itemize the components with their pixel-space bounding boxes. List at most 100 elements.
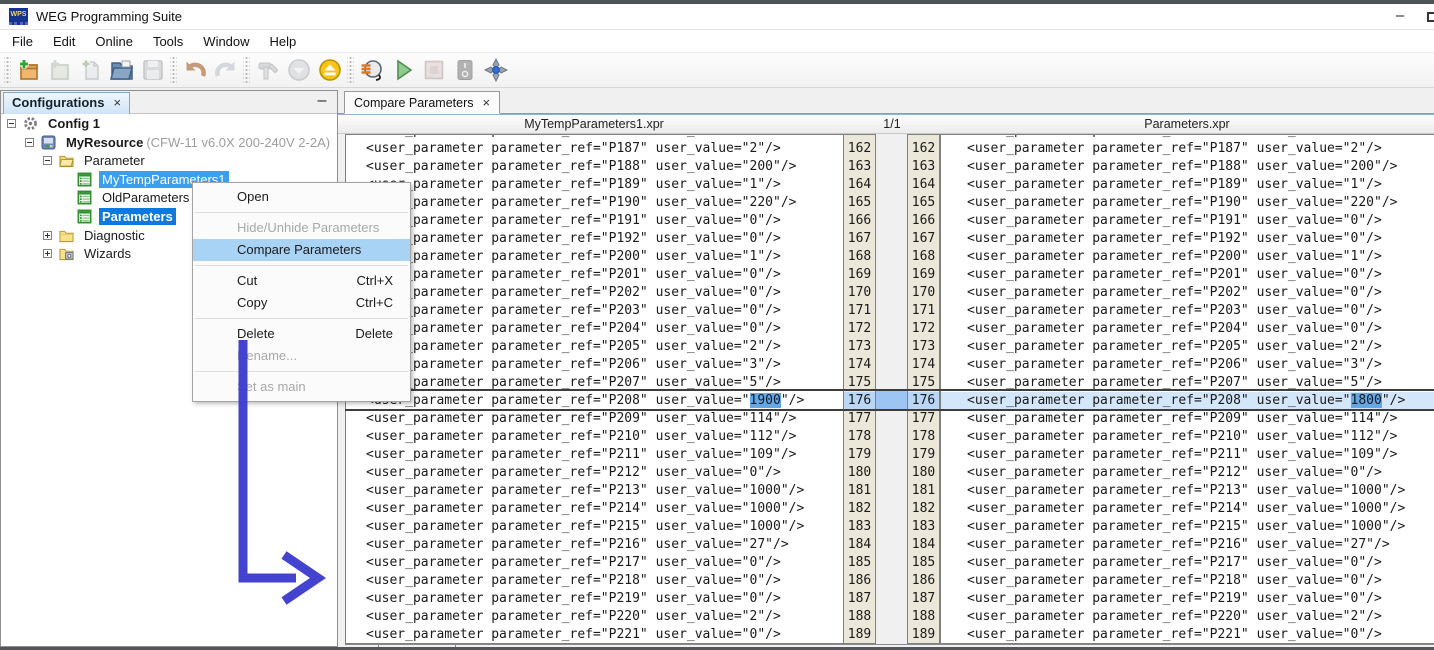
- line-number: 178: [844, 428, 875, 446]
- window-minimize-button[interactable]: –: [1385, 4, 1415, 30]
- line-number: 184: [908, 536, 939, 554]
- new-resource-button[interactable]: [44, 55, 75, 85]
- new-config-button[interactable]: [13, 55, 44, 85]
- stop-button[interactable]: [418, 55, 449, 85]
- code-line: <user_parameter parameter_ref="P203" use…: [346, 302, 843, 320]
- code-line: <user_parameter parameter_ref="P216" use…: [346, 536, 843, 554]
- tab-configurations[interactable]: Configurations ×: [3, 92, 130, 114]
- line-number: 172: [844, 320, 875, 338]
- save-button[interactable]: [137, 55, 168, 85]
- menu-tools[interactable]: Tools: [143, 32, 193, 51]
- new-file-button[interactable]: [75, 55, 106, 85]
- line-number: 173: [908, 338, 939, 356]
- expand-plus-icon[interactable]: [43, 249, 52, 258]
- upload-icon: [318, 58, 342, 82]
- connect-plug-button[interactable]: [356, 55, 387, 85]
- context-item-compare-parameters[interactable]: Compare Parameters: [193, 239, 410, 261]
- code-line: <user_parameter parameter_ref="P221" use…: [346, 626, 843, 644]
- code-line: <user_parameter parameter_ref="P210" use…: [941, 428, 1434, 446]
- collapse-minus-icon[interactable]: [7, 119, 16, 128]
- fan-button[interactable]: [480, 55, 511, 85]
- toolbar-separator: [243, 57, 250, 83]
- code-line: <user_parameter parameter_ref="P213" use…: [346, 482, 843, 500]
- context-item-label: Set as main: [237, 379, 306, 394]
- code-line: <user_parameter parameter_ref="P210" use…: [346, 428, 843, 446]
- context-item-set-as-main[interactable]: Set as main: [193, 376, 410, 398]
- tree-item-label: Config 1: [45, 115, 103, 132]
- code-line: <user_parameter parameter_ref="P218" use…: [941, 572, 1434, 590]
- menu-separator: [195, 265, 408, 266]
- power-switch-icon: [453, 58, 477, 82]
- collapse-minus-icon[interactable]: [43, 156, 52, 165]
- menu-file[interactable]: File: [2, 32, 43, 51]
- context-item-rename[interactable]: Rename...: [193, 345, 410, 367]
- line-number: 170: [844, 284, 875, 302]
- menu-help[interactable]: Help: [260, 32, 307, 51]
- close-icon[interactable]: ×: [483, 95, 491, 110]
- tree-item-parameter[interactable]: Parameter: [1, 151, 337, 170]
- tree-item-label: Diagnostic: [81, 227, 148, 244]
- context-item-open[interactable]: Open: [193, 186, 410, 208]
- context-item-cut[interactable]: CutCtrl+X: [193, 270, 410, 292]
- context-item-label: Rename...: [237, 348, 297, 363]
- code-line: <user_parameter parameter_ref="P220" use…: [941, 608, 1434, 626]
- build-tools-button[interactable]: [252, 55, 283, 85]
- context-item-label: Hide/Unhide Parameters: [237, 220, 379, 235]
- compare-parameters-panel: Compare Parameters× MyTempParameters1.xp…: [338, 90, 1434, 650]
- title-bar: WPS WEG Programming Suite –: [0, 4, 1434, 30]
- menu-bar: FileEditOnlineToolsWindowHelp: [0, 30, 1434, 52]
- line-number: 163: [908, 158, 939, 176]
- open-folder-button[interactable]: [106, 55, 137, 85]
- tree-item-config-1[interactable]: Config 1: [1, 114, 337, 133]
- line-number: 178: [908, 428, 939, 446]
- code-line: <user_parameter parameter_ref="P187" use…: [346, 140, 843, 158]
- line-number: 188: [908, 608, 939, 626]
- line-number: 188: [844, 608, 875, 626]
- menu-online[interactable]: Online: [85, 32, 143, 51]
- line-number: 164: [908, 176, 939, 194]
- line-number: 181: [844, 482, 875, 500]
- panel-minimize-button[interactable]: –: [309, 91, 335, 113]
- close-icon[interactable]: ×: [113, 95, 121, 110]
- code-line: <user_parameter parameter_ref="P204" use…: [941, 320, 1434, 338]
- code-line: <user_parameter parameter_ref="P214" use…: [346, 500, 843, 518]
- line-number: 176: [844, 392, 875, 410]
- redo-button[interactable]: [210, 55, 241, 85]
- line-number: 173: [844, 338, 875, 356]
- window-maximize-button[interactable]: [1427, 12, 1434, 22]
- undo-button[interactable]: [179, 55, 210, 85]
- tree-item-myresource[interactable]: MyResource (CFW-11 v6.0X 200-240V 2-2A): [1, 133, 337, 152]
- tree-item-label: OldParameters: [99, 189, 192, 206]
- diff-row-border-bottom: [345, 409, 1434, 411]
- code-line: <user_parameter parameter_ref="P209" use…: [941, 410, 1434, 428]
- menu-edit[interactable]: Edit: [43, 32, 85, 51]
- expand-plus-icon[interactable]: [43, 231, 52, 240]
- menu-window[interactable]: Window: [193, 32, 259, 51]
- tree-item-label: Parameter: [81, 152, 148, 169]
- code-line: <user_parameter parameter_ref="P192" use…: [941, 230, 1434, 248]
- code-line: <user_parameter parameter_ref="P215" use…: [941, 518, 1434, 536]
- diff-value: 1900: [750, 393, 781, 408]
- context-item-copy[interactable]: CopyCtrl+C: [193, 292, 410, 314]
- diff-value: 1800: [1351, 393, 1382, 408]
- power-switch-button[interactable]: [449, 55, 480, 85]
- context-item-delete[interactable]: DeleteDelete: [193, 323, 410, 345]
- download-button[interactable]: [283, 55, 314, 85]
- line-number: 163: [844, 158, 875, 176]
- fan-icon: [484, 58, 508, 82]
- tree-item-label: MyResource: [63, 134, 146, 151]
- collapse-minus-icon[interactable]: [25, 138, 34, 147]
- context-item-hide-unhide-parameters[interactable]: Hide/Unhide Parameters: [193, 217, 410, 239]
- line-number: 179: [908, 446, 939, 464]
- tab-compare-parameters[interactable]: Compare Parameters×: [344, 91, 500, 114]
- run-button[interactable]: [387, 55, 418, 85]
- code-line: <user_parameter parameter_ref="P189" use…: [941, 176, 1434, 194]
- context-item-label: Compare Parameters: [237, 242, 361, 257]
- tab-configurations-label: Configurations: [12, 95, 104, 110]
- context-item-shortcut: Ctrl+C: [356, 292, 393, 314]
- code-line: <user_parameter parameter_ref="P201" use…: [941, 266, 1434, 284]
- line-number: 189: [844, 626, 875, 644]
- upload-button[interactable]: [314, 55, 345, 85]
- folder-closed-icon: [59, 228, 75, 243]
- download-icon: [287, 58, 311, 82]
